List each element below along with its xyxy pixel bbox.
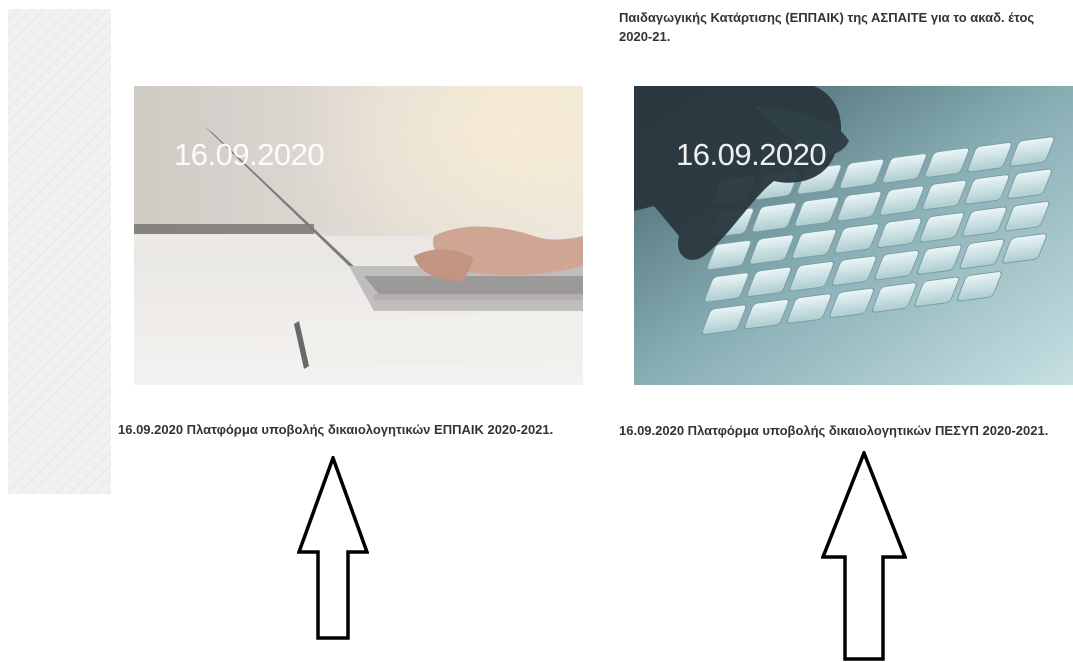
date-overlay: 16.09.2020 xyxy=(174,137,325,172)
article-image-eppaik[interactable]: 16.09.2020 xyxy=(134,86,583,385)
side-panel xyxy=(8,9,111,494)
laptop-photo xyxy=(134,86,583,385)
keyboard-photo xyxy=(634,86,1073,385)
date-overlay: 16.09.2020 xyxy=(676,137,827,172)
previous-article-snippet[interactable]: Παιδαγωγικής Κατάρτισης (ΕΠΠΑΙΚ) της ΑΣΠ… xyxy=(619,8,1071,46)
article-title-pesyp[interactable]: 16.09.2020 Πλατφόρμα υποβολής δικαιολογη… xyxy=(619,421,1069,440)
article-title-eppaik[interactable]: 16.09.2020 Πλατφόρμα υποβολής δικαιολογη… xyxy=(118,420,568,439)
up-arrow-icon xyxy=(297,456,369,640)
article-image-pesyp[interactable]: 16.09.2020 xyxy=(634,86,1073,385)
up-arrow-icon xyxy=(821,451,907,661)
